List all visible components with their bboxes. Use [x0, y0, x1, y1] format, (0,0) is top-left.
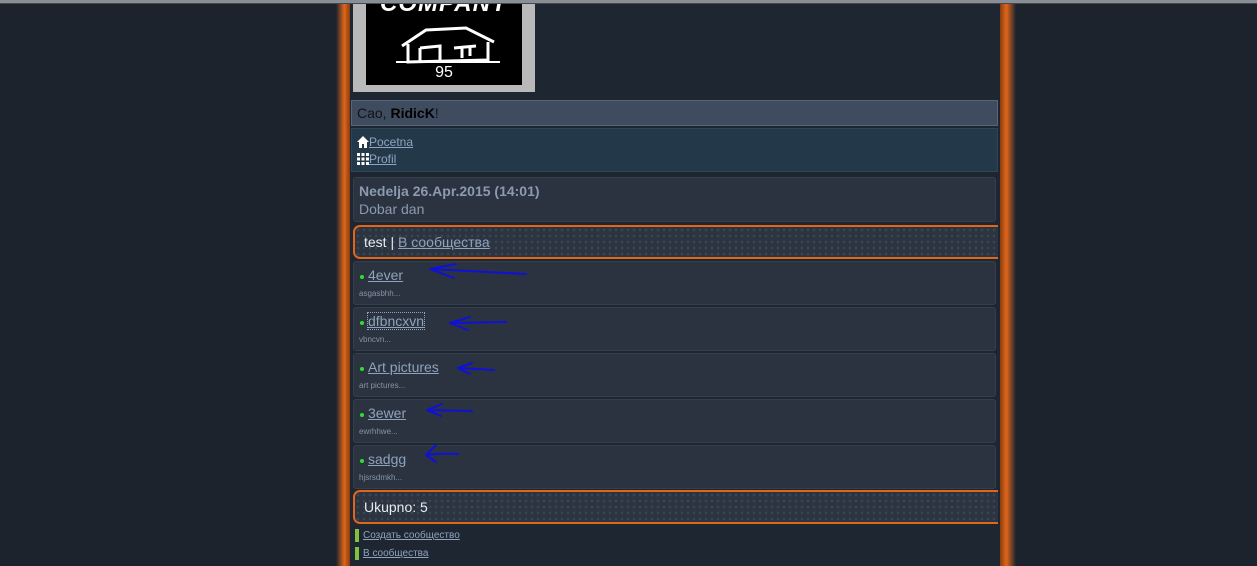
list-item: Art pictures art pictures... [353, 353, 996, 397]
section-separator: | [386, 234, 398, 250]
communities-footer-link[interactable]: В сообщества [363, 548, 428, 559]
section-header: test | В сообщества [353, 225, 998, 259]
community-description: vbncvn... [359, 335, 392, 344]
community-link[interactable]: sadgg [368, 451, 406, 467]
logo-number: 95 [435, 64, 453, 81]
community-link[interactable]: 3ewer [368, 405, 406, 421]
create-community-item: Создать сообщество [355, 529, 460, 542]
list-item: 3ewer ewrhhwe... [353, 399, 996, 443]
date-panel: Nedelja 26.Apr.2015 (14:01) Dobar dan [353, 177, 996, 222]
communities-link[interactable]: В сообщества [398, 234, 490, 250]
list-item: sadgg hjsrsdmkh... [353, 445, 996, 489]
left-glow-border [336, 4, 350, 566]
home-icon [357, 136, 369, 148]
total-label: Ukupno: [364, 499, 421, 515]
community-description: ewrhhwe... [359, 427, 398, 436]
greeting-suffix: ! [434, 105, 439, 121]
nav-link-pocetna[interactable]: Pocetna [369, 135, 413, 149]
communities-footer-item: В сообщества [355, 547, 428, 560]
online-dot-icon [360, 321, 364, 325]
online-dot-icon [360, 367, 364, 371]
community-description: asgasbhh... [359, 289, 401, 298]
online-dot-icon [360, 459, 364, 463]
online-dot-icon [360, 413, 364, 417]
list-item: 4ever asgasbhh... [353, 261, 996, 305]
community-link[interactable]: Art pictures [368, 359, 439, 375]
logo-panel: COMPANY 95 [366, 4, 522, 85]
online-dot-icon [360, 275, 364, 279]
nav-link-profil[interactable]: Profil [369, 152, 396, 166]
community-description: art pictures... [359, 381, 406, 390]
total-count: 5 [420, 499, 428, 515]
welcome-text: Dobar dan [359, 201, 425, 217]
right-glow-border [1000, 4, 1016, 566]
site-logo[interactable]: COMPANY 95 [353, 4, 535, 92]
greeting-username[interactable]: RidicK [390, 105, 434, 121]
grid-icon [357, 153, 369, 165]
section-title: test [364, 234, 387, 250]
community-description: hjsrsdmkh... [359, 473, 403, 482]
greeting-prefix: Cao, [357, 105, 391, 121]
list-item: dfbncxvn vbncvn... [353, 307, 996, 351]
create-community-link[interactable]: Создать сообщество [363, 530, 460, 541]
date-line: Nedelja 26.Apr.2015 (14:01) [359, 183, 540, 199]
community-link[interactable]: dfbncxvn [366, 312, 426, 330]
greeting-bar: Cao, RidicK! [351, 100, 998, 126]
nav-menu: Pocetna Profil [351, 128, 998, 172]
community-link[interactable]: 4ever [368, 267, 403, 283]
total-bar: Ukupno: 5 [353, 490, 998, 524]
